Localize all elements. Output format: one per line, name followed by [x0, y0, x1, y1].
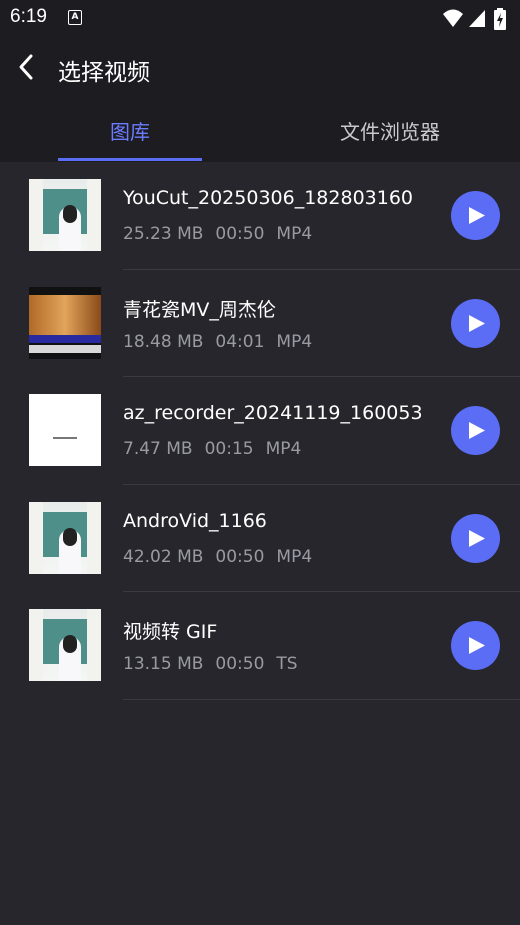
video-format: MP4 — [276, 224, 313, 244]
active-tab-indicator — [58, 158, 202, 161]
status-bar: 6:19 A — [0, 0, 520, 36]
video-duration: 00:50 — [215, 546, 265, 567]
play-button[interactable] — [451, 513, 500, 563]
video-meta: 18.48 MB 04:01 MP4 — [123, 332, 324, 352]
video-size: 18.48 MB — [123, 331, 204, 352]
video-duration: 00:50 — [215, 654, 265, 674]
app-header: 选择视频 图库 文件浏览器 — [0, 36, 520, 162]
video-thumbnail — [29, 179, 101, 251]
tab-gallery[interactable]: 图库 — [58, 116, 202, 145]
video-duration: 00:15 — [204, 439, 254, 459]
video-meta: 13.15 MB 00:50 TS — [123, 654, 310, 674]
video-title: YouCut_20250306_182803160 — [123, 187, 414, 209]
battery-icon — [494, 8, 506, 30]
video-format: MP4 — [265, 439, 302, 459]
divider — [123, 698, 520, 700]
video-list-item[interactable]: 青花瓷MV_周杰伦 18.48 MB 04:01 MP4 — [0, 270, 520, 377]
play-button[interactable] — [451, 191, 500, 240]
page-title: 选择视频 — [58, 60, 150, 86]
video-title: az_recorder_20241119_160053 — [123, 402, 423, 424]
video-thumbnail — [29, 394, 101, 466]
video-list-item[interactable]: 视频转 GIF 13.15 MB 00:50 TS — [0, 592, 520, 700]
status-icons — [442, 8, 512, 30]
video-format: MP4 — [276, 546, 313, 567]
tab-file-browser[interactable]: 文件浏览器 — [310, 116, 470, 145]
signal-icon — [469, 10, 485, 27]
video-list-item[interactable]: AndroVid_1166 42.02 MB 00:50 MP4 — [0, 485, 520, 592]
play-button[interactable] — [451, 406, 500, 455]
video-list-item[interactable]: az_recorder_20241119_160053 7.47 MB 00:15… — [0, 377, 520, 485]
video-format: TS — [276, 654, 298, 674]
back-arrow-icon[interactable] — [14, 52, 40, 82]
play-icon — [469, 314, 485, 332]
video-meta: 7.47 MB 00:15 MP4 — [123, 439, 313, 459]
video-size: 13.15 MB — [123, 654, 204, 674]
video-meta: 42.02 MB 00:50 MP4 — [123, 547, 324, 567]
video-thumbnail — [29, 286, 101, 359]
video-thumbnail — [29, 609, 101, 681]
play-icon — [469, 422, 485, 439]
video-title: 视频转 GIF — [123, 621, 218, 643]
play-icon — [469, 637, 485, 654]
video-size: 42.02 MB — [123, 546, 204, 567]
video-meta: 25.23 MB 00:50 MP4 — [123, 224, 324, 244]
status-time: 6:19 — [10, 6, 47, 27]
video-duration: 00:50 — [215, 224, 265, 244]
video-size: 25.23 MB — [123, 224, 204, 244]
play-button[interactable] — [451, 621, 500, 670]
wifi-icon — [443, 9, 463, 27]
video-duration: 04:01 — [215, 331, 265, 352]
video-title: 青花瓷MV_周杰伦 — [123, 298, 276, 321]
play-icon — [469, 207, 485, 224]
video-format: MP4 — [276, 331, 313, 352]
play-button[interactable] — [451, 298, 500, 348]
video-list-item[interactable]: YouCut_20250306_182803160 25.23 MB 00:50 M… — [0, 162, 520, 270]
video-list: YouCut_20250306_182803160 25.23 MB 00:50 M… — [0, 162, 520, 700]
app-notification-icon: A — [68, 10, 82, 25]
video-title: AndroVid_1166 — [123, 509, 267, 532]
play-icon — [469, 529, 485, 547]
video-thumbnail — [29, 501, 101, 574]
video-size: 7.47 MB — [123, 439, 193, 459]
